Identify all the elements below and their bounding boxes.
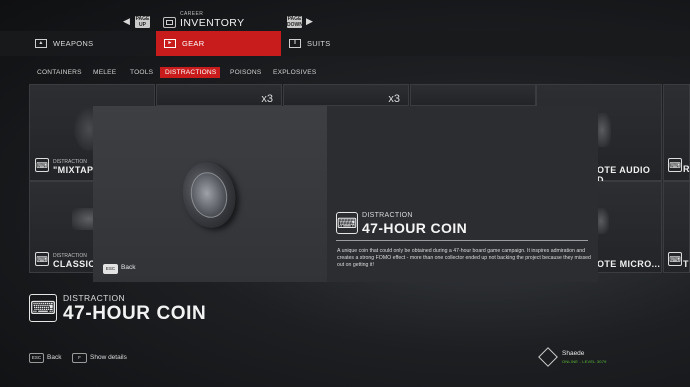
ear-icon: ⌨ bbox=[336, 212, 358, 234]
footer-back-button[interactable]: Back bbox=[47, 354, 61, 361]
subtab-tools[interactable]: TOOLS bbox=[125, 67, 158, 78]
chevron-right-icon: ▶ bbox=[306, 16, 313, 26]
suit-icon: ‖ bbox=[289, 39, 301, 48]
esc-key[interactable]: ESC bbox=[103, 264, 118, 274]
item-tile[interactable]: x3 bbox=[156, 84, 282, 106]
ear-icon: ⌨ bbox=[35, 158, 49, 172]
tile-name: OTE MICRO... bbox=[597, 259, 661, 269]
gear-box-icon: ▸ bbox=[164, 39, 176, 48]
ear-icon: ⌨ bbox=[29, 294, 57, 322]
tab-gear[interactable]: ▸ GEAR bbox=[156, 31, 281, 56]
pistol-icon: ▴ bbox=[35, 39, 47, 48]
f-key[interactable]: F bbox=[72, 353, 87, 363]
briefcase-icon bbox=[163, 17, 176, 28]
subtab-explosives[interactable]: EXPLOSIVES bbox=[268, 67, 321, 78]
selected-type: DISTRACTION bbox=[63, 293, 126, 303]
chevron-left-icon: ◀ bbox=[123, 16, 130, 26]
profile-name: Shaede bbox=[562, 350, 585, 357]
page-down-key[interactable]: PAGE DOWN bbox=[287, 16, 303, 28]
item-tile[interactable]: ⌨ T bbox=[663, 181, 690, 273]
ear-icon: ⌨ bbox=[668, 252, 682, 266]
tile-name: R bbox=[683, 164, 690, 174]
subtab-melee[interactable]: MELEE bbox=[88, 67, 121, 78]
tab-suits[interactable]: ‖ SUITS bbox=[289, 31, 409, 56]
page-title: INVENTORY bbox=[180, 17, 245, 29]
back-button[interactable]: Back bbox=[121, 264, 135, 271]
item-tile[interactable]: x3 bbox=[283, 84, 409, 106]
ear-icon: ⌨ bbox=[668, 158, 682, 172]
item-tile[interactable] bbox=[410, 84, 536, 106]
item-type: DISTRACTION bbox=[362, 212, 413, 219]
selected-title: 47-HOUR COIN bbox=[63, 303, 207, 324]
tile-name: T bbox=[683, 259, 689, 269]
item-title: 47-HOUR COIN bbox=[362, 220, 468, 236]
page-up-key[interactable]: PAGE UP bbox=[135, 16, 150, 28]
ear-icon: ⌨ bbox=[35, 252, 49, 266]
subtab-poisons[interactable]: POISONS bbox=[225, 67, 266, 78]
tab-label: GEAR bbox=[182, 39, 205, 48]
tab-label: WEAPONS bbox=[53, 39, 94, 48]
item-tile[interactable]: ⌨ R bbox=[663, 84, 690, 181]
esc-key[interactable]: ESC bbox=[29, 353, 44, 363]
profile-status: ONLINE - LEVEL 3079 bbox=[562, 359, 607, 364]
show-details-button[interactable]: Show details bbox=[90, 354, 127, 361]
tile-name: CLASSIC bbox=[53, 259, 96, 269]
tab-weapons[interactable]: ▴ WEAPONS bbox=[35, 31, 155, 56]
tab-label: SUITS bbox=[307, 39, 331, 48]
profile-badge-icon bbox=[538, 347, 558, 367]
coin-emblem bbox=[186, 168, 232, 222]
divider bbox=[336, 240, 588, 241]
subtab-distractions[interactable]: DISTRACTIONS bbox=[160, 67, 220, 78]
subtab-containers[interactable]: CONTAINERS bbox=[32, 67, 87, 78]
item-count: x3 bbox=[261, 93, 273, 105]
item-count: x3 bbox=[388, 93, 400, 105]
item-description: A unique coin that could only be obtaine… bbox=[337, 248, 591, 269]
